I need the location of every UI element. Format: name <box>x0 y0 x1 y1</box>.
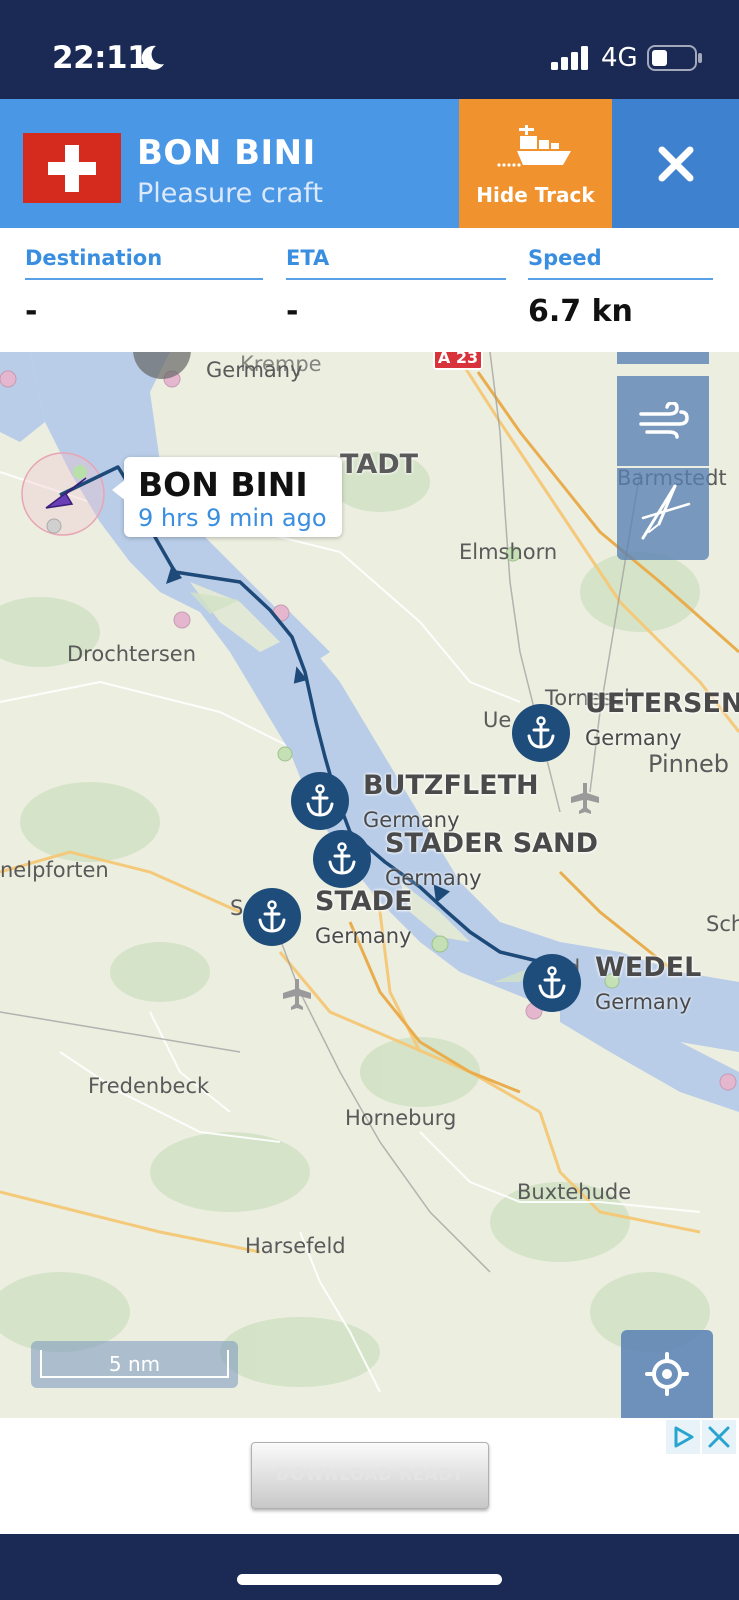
place-label: Fredenbeck <box>88 1074 210 1098</box>
port-name: BUTZFLETH <box>363 770 539 801</box>
place-label: Elmshorn <box>459 540 558 564</box>
anchor-icon <box>527 716 555 749</box>
measure-button[interactable] <box>617 468 709 560</box>
destination-value: - <box>25 294 38 329</box>
eta-value: - <box>286 294 299 329</box>
anchor-icon <box>258 900 286 933</box>
status-time: 22:11 <box>52 40 149 76</box>
home-indicator[interactable] <box>237 1574 502 1585</box>
crosshair-icon <box>645 1352 689 1396</box>
airport-icon <box>571 783 599 814</box>
hide-track-label: Hide Track <box>476 183 595 207</box>
place-label: S <box>230 896 244 920</box>
close-icon <box>658 146 694 182</box>
place-label: Germany <box>206 358 303 382</box>
measure-compass-icon <box>641 484 691 540</box>
place-label: Sch <box>706 912 739 936</box>
scale-label: 5 nm <box>108 1352 161 1376</box>
port-marker-butzfleth[interactable] <box>291 772 349 830</box>
port-name: STADE <box>315 886 413 917</box>
tooltip-vessel-name: BON BINI <box>138 465 308 504</box>
port-marker-stader-sand[interactable] <box>313 830 371 888</box>
place-label: Ue <box>483 708 512 732</box>
place-label: Buxtehude <box>517 1180 632 1204</box>
speed-value: 6.7 kn <box>528 294 633 329</box>
anchor-icon <box>538 966 566 999</box>
place-label: Pinneb <box>648 750 730 778</box>
hide-track-button[interactable]: Hide Track <box>459 99 612 228</box>
port-name: WEDEL <box>595 952 702 983</box>
port-country: Germany <box>595 990 692 1014</box>
vessel-type: Pleasure craft <box>137 178 323 209</box>
home-indicator-area <box>0 1534 739 1600</box>
anchor-icon <box>328 842 356 875</box>
port-name: STADER SAND <box>385 828 599 859</box>
voyage-info-panel: Destination - ETA - Speed 6.7 kn <box>0 228 739 352</box>
battery-icon <box>647 45 702 71</box>
wind-button[interactable] <box>617 376 709 466</box>
place-label: Horneburg <box>345 1106 457 1130</box>
speed-field: Speed 6.7 kn <box>528 246 713 329</box>
eta-label: ETA <box>286 246 506 280</box>
map-view[interactable]: Krempe Germany A 23 TADT Barmstedt Elmsh… <box>0 352 739 1418</box>
ad-banner: DOWNLOAD READY <box>0 1418 739 1534</box>
tooltip-time-ago: 9 hrs 9 min ago <box>138 504 327 532</box>
port-marker-wedel[interactable] <box>523 954 581 1012</box>
place-label: TADT <box>340 449 419 480</box>
signal-icon <box>551 46 588 70</box>
map-scale: 5 nm <box>31 1341 238 1388</box>
port-marker-uetersen[interactable] <box>512 704 570 762</box>
anchor-icon <box>306 784 334 817</box>
eta-field: ETA - <box>286 246 506 329</box>
status-bar: 22:11 4G <box>0 0 739 99</box>
vessel-tooltip[interactable]: BON BINI 9 hrs 9 min ago <box>112 457 342 537</box>
speed-label: Speed <box>528 246 713 280</box>
network-type: 4G <box>601 43 638 73</box>
ad-choices[interactable] <box>666 1420 736 1454</box>
port-country: Germany <box>315 924 412 948</box>
place-label: Harsefeld <box>245 1234 346 1258</box>
layers-button[interactable] <box>617 352 709 364</box>
port-name: UETERSEN <box>585 688 739 719</box>
place-label: Drochtersen <box>67 642 197 666</box>
switzerland-flag-icon <box>23 133 121 203</box>
destination-label: Destination <box>25 246 263 280</box>
road-badge: A 23 <box>433 352 483 370</box>
destination-field: Destination - <box>25 246 263 329</box>
moon-icon <box>141 45 164 70</box>
ship-icon <box>497 125 571 167</box>
vessel-name: BON BINI <box>137 133 316 173</box>
port-marker-stade[interactable] <box>243 888 301 946</box>
locate-button[interactable] <box>621 1330 713 1418</box>
place-label: nelpforten <box>0 858 109 882</box>
ad-choices-icon <box>666 1420 736 1454</box>
close-button[interactable] <box>612 99 739 228</box>
wind-icon <box>639 402 689 439</box>
port-country: Germany <box>585 726 682 750</box>
ad-download-button[interactable]: DOWNLOAD READY <box>251 1442 489 1509</box>
